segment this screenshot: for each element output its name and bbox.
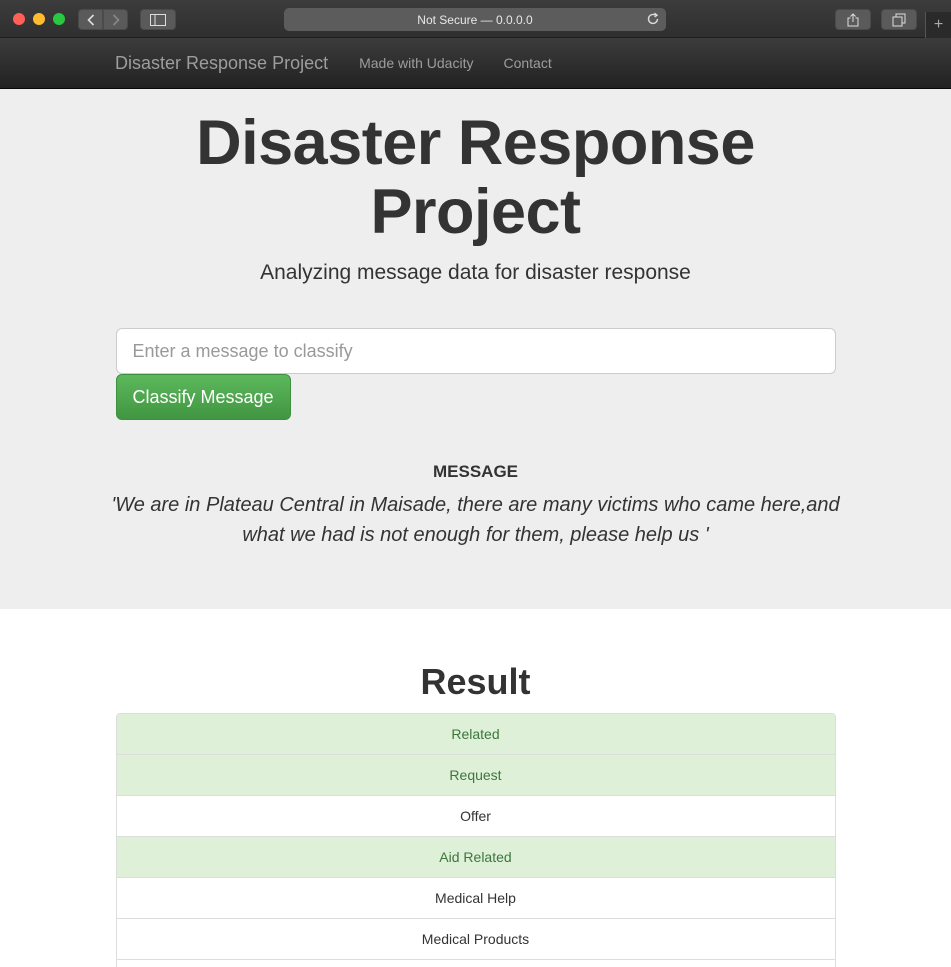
history-nav: [78, 9, 128, 30]
results-section: Result Related Request Offer Aid Related…: [0, 609, 951, 967]
browser-toolbar: Not Secure — 0.0.0.0 +: [0, 0, 951, 38]
category-item: Related: [116, 714, 835, 755]
tabs-icon: [892, 13, 906, 26]
address-text: Not Secure — 0.0.0.0: [417, 12, 533, 27]
reload-icon[interactable]: [646, 12, 660, 26]
category-item: Offer: [116, 796, 835, 837]
forward-button[interactable]: [103, 9, 128, 30]
page-title-line2: Project: [370, 177, 581, 247]
result-heading: Result: [420, 661, 531, 702]
minimize-window-button[interactable]: [33, 13, 45, 25]
message-text: 'We are in Plateau Central in Maisade, t…: [111, 494, 840, 546]
page-title-line1: Disaster Response: [196, 108, 755, 178]
sidebar-icon: [150, 13, 166, 26]
category-list: Related Request Offer Aid Related Medica…: [115, 713, 836, 967]
chevron-right-icon: [112, 13, 120, 26]
message-heading: MESSAGE: [432, 462, 519, 481]
category-item: Aid Related: [116, 837, 835, 878]
nav-link-udacity[interactable]: Made with Udacity: [359, 55, 473, 71]
site-navbar: Disaster Response Project Made with Udac…: [0, 38, 951, 89]
nav-link-contact[interactable]: Contact: [503, 55, 551, 71]
window-controls: [13, 13, 65, 25]
category-item: Medical Help: [116, 878, 835, 919]
new-tab-button[interactable]: +: [925, 12, 951, 38]
share-button[interactable]: [835, 9, 871, 30]
back-button[interactable]: [78, 9, 103, 30]
category-item: [116, 960, 835, 967]
classify-form: Classify Message: [115, 328, 836, 420]
category-item: Medical Products: [116, 919, 835, 960]
sidebar-toggle-button[interactable]: [140, 9, 176, 30]
page-subtitle: Analyzing message data for disaster resp…: [260, 261, 691, 284]
category-item: Request: [116, 755, 835, 796]
zoom-window-button[interactable]: [53, 13, 65, 25]
address-bar[interactable]: Not Secure — 0.0.0.0: [284, 8, 666, 31]
chevron-left-icon: [86, 13, 94, 26]
hero-section: Disaster Response Project Analyzing mess…: [0, 89, 951, 609]
plus-icon: +: [933, 16, 944, 33]
close-window-button[interactable]: [13, 13, 25, 25]
navbar-brand[interactable]: Disaster Response Project: [115, 53, 328, 74]
share-icon: [847, 12, 859, 26]
page-title: Disaster Response Project: [0, 109, 951, 247]
tab-overview-button[interactable]: [881, 9, 917, 30]
classify-message-button[interactable]: Classify Message: [115, 374, 291, 420]
message-input[interactable]: [115, 328, 836, 374]
